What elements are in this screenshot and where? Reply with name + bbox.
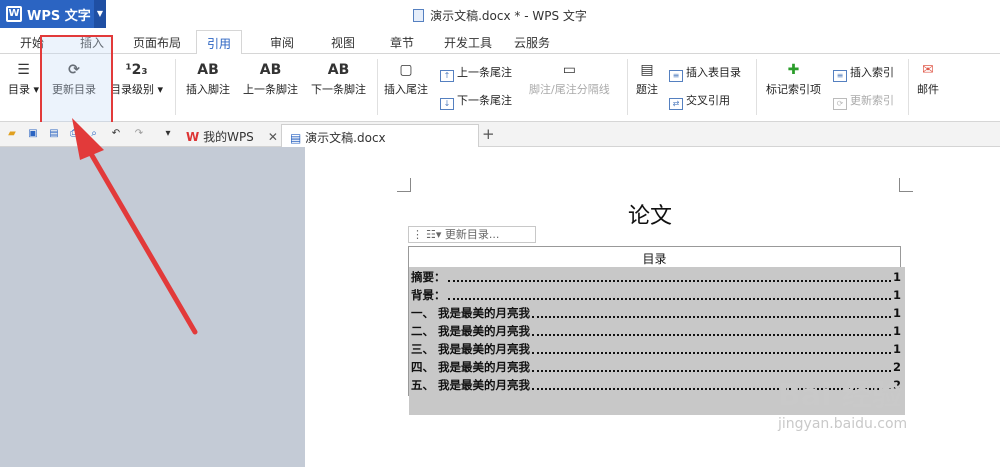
mail-icon: ✉: [922, 62, 934, 78]
toc-level-button[interactable]: ¹2₃ 目录级别 ▾: [110, 62, 163, 97]
open-icon[interactable]: ▰: [6, 128, 18, 140]
drag-handle-icon[interactable]: ⋮: [412, 228, 423, 241]
document-title: 论文: [628, 204, 673, 229]
tab-review[interactable]: 审阅: [270, 34, 294, 51]
ribbon-separator: [175, 59, 176, 115]
cross-reference-button[interactable]: ⇄ 交叉引用: [669, 92, 730, 110]
crop-mark: [397, 178, 411, 192]
tab-my-wps[interactable]: W 我的WPS ✕: [178, 124, 286, 147]
insert-endnote-button[interactable]: ▢ 插入尾注: [384, 62, 428, 97]
ribbon-separator: [627, 59, 628, 115]
insert-index-icon: ≡: [833, 70, 847, 82]
ribbon-separator: [756, 59, 757, 115]
toc-entry[interactable]: 一、 我是最美的月亮我 1: [411, 304, 901, 322]
wps-icon: W: [186, 130, 200, 144]
toc-icon: ☰: [17, 62, 30, 78]
tab-chapter[interactable]: 章节: [390, 34, 414, 51]
toc-level-icon: ¹2₃: [125, 62, 148, 78]
title-bar: W WPS 文字 ▼ 演示文稿.docx * - WPS 文字: [0, 0, 1000, 30]
baidu-watermark: Bai 经验 jingyan.baidu.com: [778, 370, 907, 432]
toc-menu-icon[interactable]: ☷▾: [426, 228, 441, 241]
insert-table-toc-button[interactable]: ≡ 插入表目录: [669, 64, 741, 82]
next-endnote-button[interactable]: ↓ 下一条尾注: [440, 92, 512, 110]
export-pdf-icon[interactable]: ▤: [48, 128, 60, 140]
tab-page-layout[interactable]: 页面布局: [133, 34, 181, 51]
toc-heading: 目录: [642, 252, 667, 266]
tab-document[interactable]: ▤ 演示文稿.docx *✕: [281, 124, 479, 160]
update-toc-inline[interactable]: 更新目录...: [445, 228, 500, 241]
prev-footnote-icon: AB: [259, 62, 282, 78]
update-index-icon: ⟳: [833, 98, 847, 110]
update-index-button[interactable]: ⟳ 更新索引: [833, 92, 894, 110]
ribbon-tabs: 开始 插入 页面布局 引用 审阅 视图 章节 开发工具 云服务: [0, 30, 1000, 55]
highlight-box: [40, 35, 113, 125]
tab-developer[interactable]: 开发工具: [444, 34, 492, 51]
footnote-icon: AB: [197, 62, 219, 78]
insert-index-button[interactable]: ≡ 插入索引: [833, 64, 894, 82]
cross-ref-icon: ⇄: [669, 98, 683, 110]
next-footnote-button[interactable]: AB 下一条脚注: [311, 62, 366, 97]
undo-icon[interactable]: ↶: [110, 128, 122, 140]
prev-endnote-button[interactable]: ↑ 上一条尾注: [440, 64, 512, 82]
redo-icon[interactable]: ↷: [133, 128, 145, 140]
baidu-logo: Bai 经验: [778, 378, 902, 413]
navigation-pane: [0, 147, 305, 467]
toc-entry[interactable]: 三、 我是最美的月亮我 1: [411, 340, 901, 358]
save-icon[interactable]: ▣: [27, 128, 39, 140]
toc-float-toolbar[interactable]: ⋮ ☷▾ 更新目录...: [408, 226, 536, 243]
tab-references[interactable]: 引用: [196, 30, 243, 55]
separator-line-icon: ▭: [562, 62, 576, 78]
mark-index-button[interactable]: ✚ 标记索引项: [766, 62, 821, 97]
quick-access-bar: ▰ ▣ ▤ ⎙ ⌕ ↶ ↷ ▾ W 我的WPS✕ ▤ 演示文稿.docx *✕ …: [0, 122, 1000, 160]
print-icon[interactable]: ⎙: [68, 128, 80, 140]
toc-entry[interactable]: 二、 我是最美的月亮我 1: [411, 322, 901, 340]
prev-endnote-icon: ↑: [440, 70, 454, 82]
ribbon-panel: ☰ 目录 ▾ ⟳ 更新目录 ¹2₃ 目录级别 ▾ AB 插入脚注 AB 上一条脚注 AB 下…: [0, 54, 1000, 122]
caption-icon: ▤: [640, 62, 654, 78]
ribbon-separator: [377, 59, 378, 115]
prev-footnote-button[interactable]: AB 上一条脚注: [243, 62, 298, 97]
chevron-down-icon[interactable]: ▾: [162, 128, 174, 140]
crop-mark: [899, 178, 913, 192]
toc-button[interactable]: ☰ 目录 ▾: [8, 62, 39, 97]
mail-button[interactable]: ✉ 邮件: [917, 62, 939, 97]
next-endnote-icon: ↓: [440, 98, 454, 110]
insert-footnote-button[interactable]: AB 插入脚注: [186, 62, 230, 97]
document-icon: [413, 9, 425, 22]
document-icon: ▤: [290, 131, 302, 145]
toc-entry[interactable]: 摘要： 1: [411, 268, 901, 286]
new-tab-icon[interactable]: +: [482, 127, 495, 142]
window-title: 演示文稿.docx * - WPS 文字: [0, 7, 1000, 24]
next-footnote-icon: AB: [327, 62, 350, 78]
footnote-separator-button[interactable]: ▭ 脚注/尾注分隔线: [529, 62, 610, 97]
close-icon[interactable]: ✕: [268, 130, 278, 144]
table-toc-icon: ≡: [669, 70, 683, 82]
caption-button[interactable]: ▤ 题注: [636, 62, 658, 97]
tab-cloud[interactable]: 云服务: [514, 34, 550, 51]
mark-index-icon: ✚: [787, 62, 800, 78]
endnote-icon: ▢: [399, 62, 413, 78]
preview-icon[interactable]: ⌕: [88, 128, 100, 140]
tab-view[interactable]: 视图: [331, 34, 355, 51]
ribbon-separator: [908, 59, 909, 115]
watermark-url: jingyan.baidu.com: [778, 416, 908, 432]
toc-entry[interactable]: 背景： 1: [411, 286, 901, 304]
